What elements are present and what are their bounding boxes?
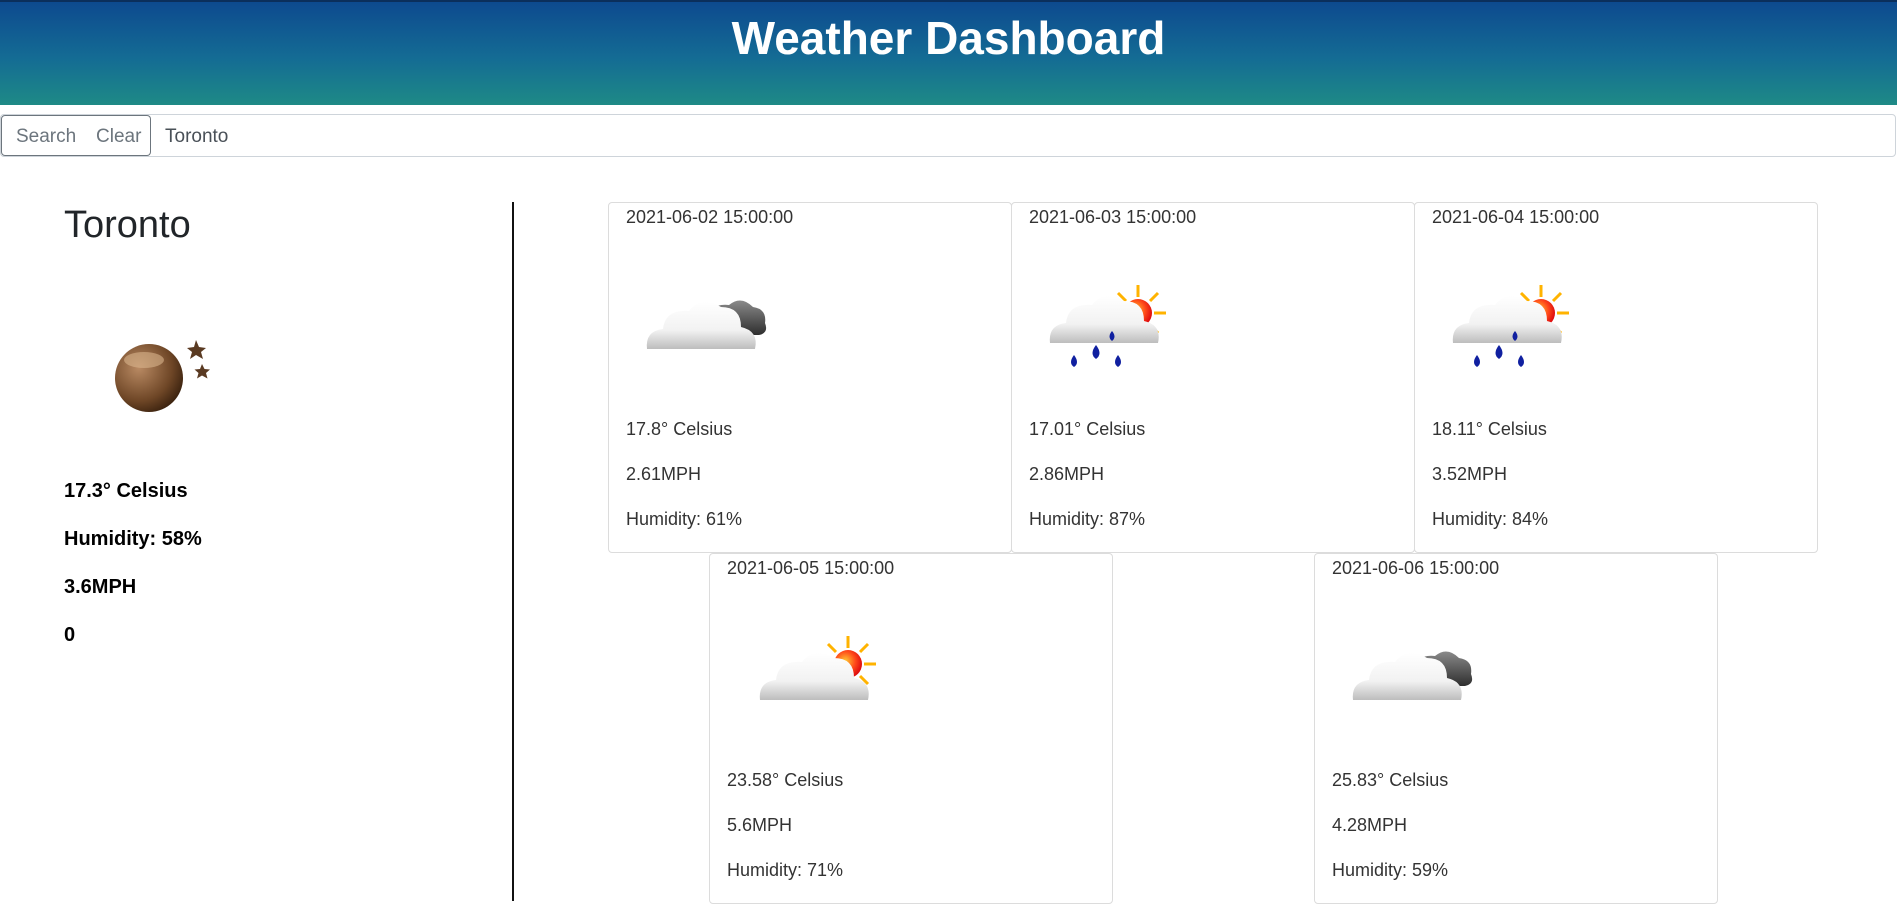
forecast-humidity: Humidity: 87% bbox=[1029, 509, 1146, 529]
forecast-card-day-2: 2021-06-03 15:00:00 17.01° Celsius 2.86M… bbox=[1011, 202, 1415, 553]
page-title: Weather Dashboard bbox=[731, 12, 1166, 64]
moon-night-icon bbox=[115, 340, 210, 412]
forecast-date: 2021-06-03 15:00:00 bbox=[1029, 207, 1197, 227]
forecast-wind-speed: 2.61MPH bbox=[626, 464, 702, 484]
rain-sun-icon bbox=[1452, 285, 1569, 367]
forecast-humidity: Humidity: 61% bbox=[626, 509, 743, 529]
clear-button[interactable]: Clear bbox=[82, 115, 151, 156]
forecast-wind-speed: 4.28MPH bbox=[1332, 815, 1408, 835]
current-wind-speed: 3.6MPH bbox=[64, 576, 137, 598]
forecast-date: 2021-06-04 15:00:00 bbox=[1432, 207, 1600, 227]
forecast-temperature: 25.83° Celsius bbox=[1332, 770, 1449, 790]
forecast-temperature: 17.8° Celsius bbox=[626, 419, 733, 439]
forecast-humidity: Humidity: 59% bbox=[1332, 860, 1449, 880]
forecast-humidity: Humidity: 71% bbox=[727, 860, 844, 880]
forecast-wind-speed: 2.86MPH bbox=[1029, 464, 1105, 484]
forecast-humidity: Humidity: 84% bbox=[1432, 509, 1549, 529]
forecast-date: 2021-06-02 15:00:00 bbox=[626, 207, 794, 227]
forecast-temperature: 23.58° Celsius bbox=[727, 770, 844, 790]
partly-sunny-icon bbox=[759, 636, 876, 700]
forecast-wind-speed: 5.6MPH bbox=[727, 815, 793, 835]
panel-divider bbox=[512, 202, 514, 901]
city-search-input[interactable] bbox=[151, 115, 1895, 158]
forecast-card-day-5: 2021-06-06 15:00:00 25.83° Celsius 4.28M… bbox=[1314, 553, 1718, 904]
current-uv-index: 0 bbox=[64, 624, 76, 646]
header-banner: Weather Dashboard bbox=[0, 0, 1897, 105]
forecast-temperature: 17.01° Celsius bbox=[1029, 419, 1146, 439]
search-bar: Search Clear bbox=[0, 114, 1896, 158]
forecast-date: 2021-06-05 15:00:00 bbox=[727, 558, 895, 578]
rain-sun-icon bbox=[1049, 285, 1166, 367]
forecast-card-day-3: 2021-06-04 15:00:00 18.11° Celsius 3.52M… bbox=[1414, 202, 1818, 553]
forecast-wind-speed: 3.52MPH bbox=[1432, 464, 1508, 484]
current-humidity: Humidity: 58% bbox=[64, 528, 202, 550]
current-weather-panel: Toronto 17.3° Celsius Humidity: 58% 3.6M… bbox=[64, 200, 484, 646]
search-button[interactable]: Search bbox=[1, 115, 83, 156]
current-city-name: Toronto bbox=[64, 204, 191, 246]
forecast-card-day-4: 2021-06-05 15:00:00 23.58° Celsius 5.6MP… bbox=[709, 553, 1113, 904]
cloudy-icon bbox=[1352, 651, 1473, 700]
forecast-card-day-1: 2021-06-02 15:00:00 17.8° Celsius 2.61MP… bbox=[608, 202, 1012, 553]
current-temperature: 17.3° Celsius bbox=[64, 480, 188, 502]
forecast-temperature: 18.11° Celsius bbox=[1432, 419, 1547, 439]
cloudy-icon bbox=[646, 300, 767, 349]
forecast-date: 2021-06-06 15:00:00 bbox=[1332, 558, 1500, 578]
